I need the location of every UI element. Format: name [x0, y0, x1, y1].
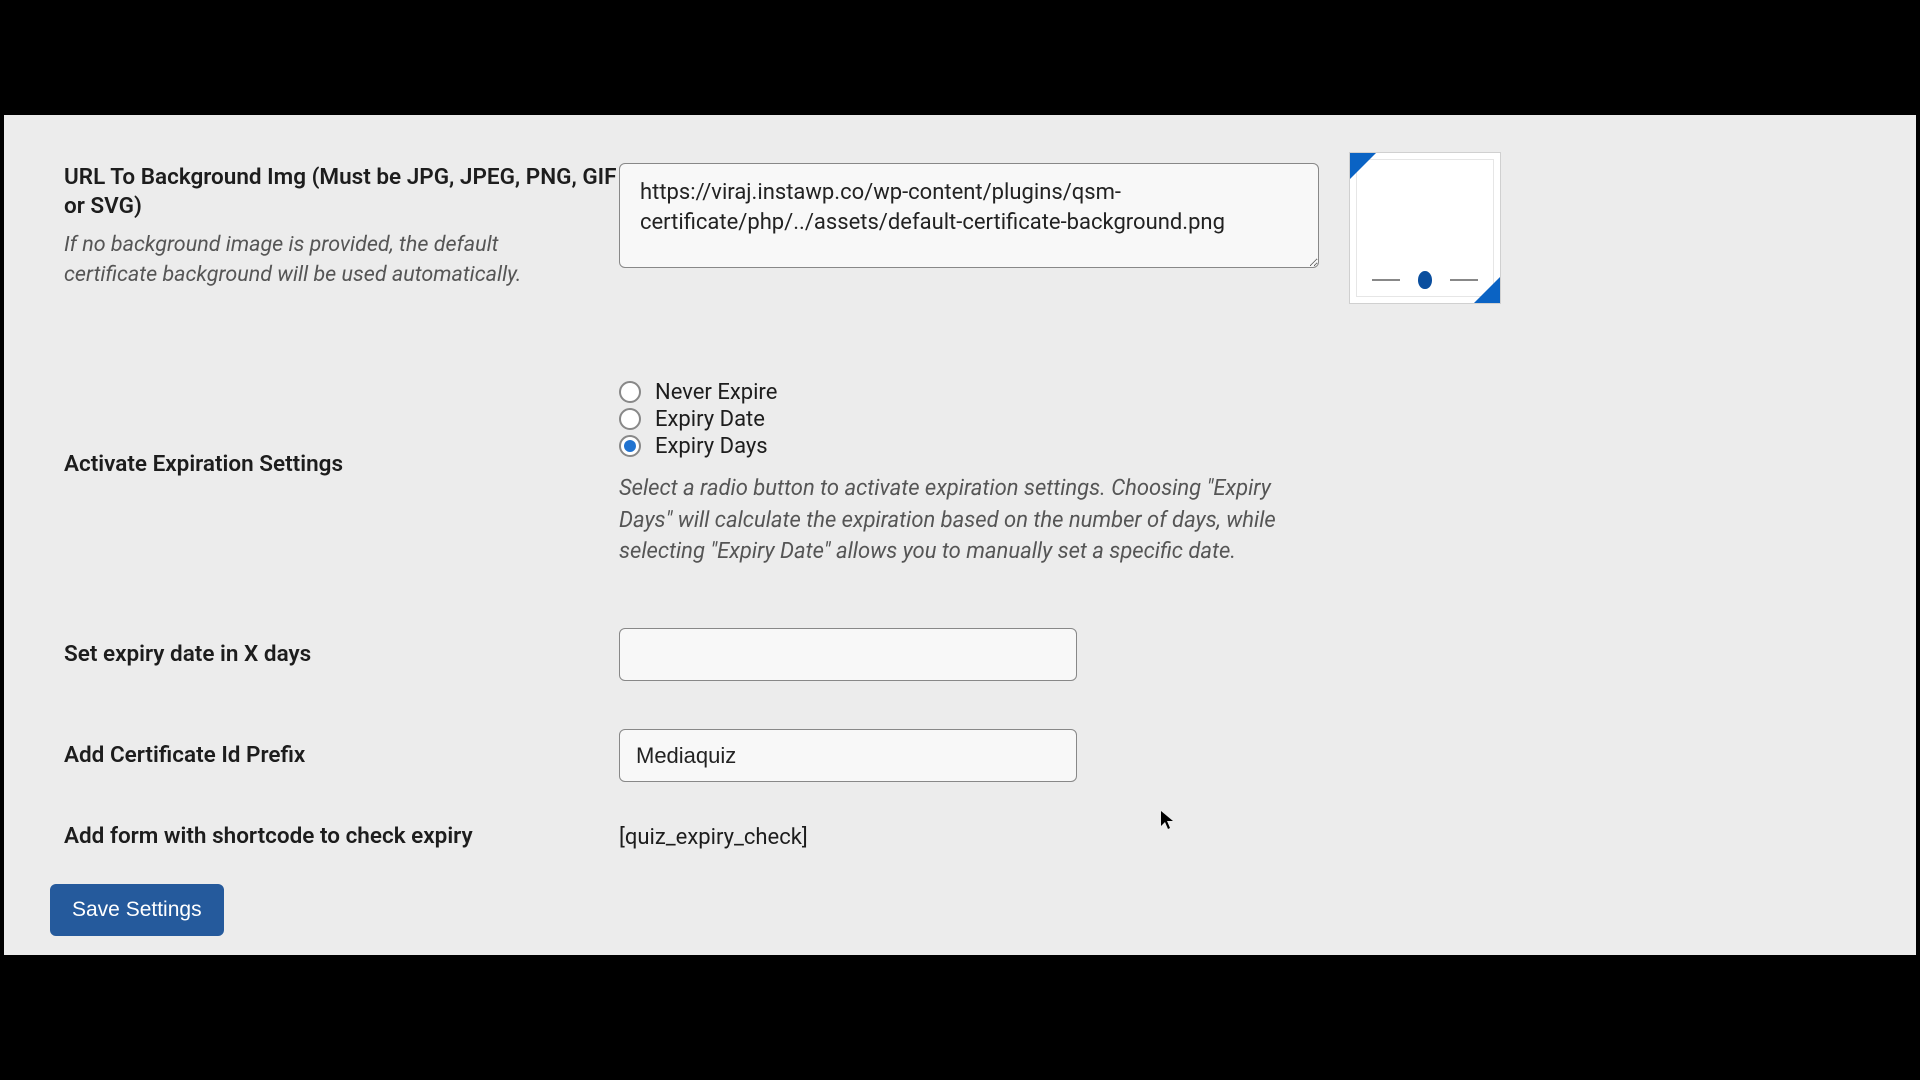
label-col: Add form with shortcode to check expiry	[64, 822, 619, 851]
row-save: Save Settings	[4, 884, 1916, 936]
control-col	[619, 628, 1379, 681]
radio-expiry-date[interactable]	[619, 408, 641, 430]
label-col: Set expiry date in X days	[64, 640, 619, 669]
label-col: Activate Expiration Settings	[64, 380, 619, 479]
bgimg-desc: If no background image is provided, the …	[64, 230, 554, 290]
control-col	[619, 163, 1379, 272]
row-shortcode: Add form with shortcode to check expiry …	[4, 822, 1916, 851]
label-col: Add Certificate Id Prefix	[64, 741, 619, 770]
shortcode-value: [quiz_expiry_check]	[619, 823, 1379, 850]
radio-row-expiry-days: Expiry Days	[619, 434, 1379, 459]
row-cert-prefix: Add Certificate Id Prefix	[4, 729, 1916, 782]
bgimg-url-input[interactable]	[619, 163, 1319, 268]
row-expiration-settings: Activate Expiration Settings Never Expir…	[4, 380, 1916, 569]
settings-panel: URL To Background Img (Must be JPG, JPEG…	[4, 115, 1916, 955]
expiry-days-input[interactable]	[619, 628, 1077, 681]
radio-label-expiry-days[interactable]: Expiry Days	[655, 434, 768, 459]
row-background-img: URL To Background Img (Must be JPG, JPEG…	[4, 163, 1916, 290]
control-col: [quiz_expiry_check]	[619, 823, 1379, 850]
save-settings-button[interactable]: Save Settings	[50, 884, 224, 936]
bgimg-label: URL To Background Img (Must be JPG, JPEG…	[64, 163, 619, 222]
control-col	[619, 729, 1379, 782]
certificate-preview-thumbnail	[1349, 152, 1501, 304]
radio-never-expire[interactable]	[619, 381, 641, 403]
expiration-label: Activate Expiration Settings	[64, 450, 619, 479]
radio-label-never-expire[interactable]: Never Expire	[655, 380, 777, 405]
expiration-help-text: Select a radio button to activate expira…	[619, 473, 1309, 569]
radio-label-expiry-date[interactable]: Expiry Date	[655, 407, 765, 432]
radio-row-expiry-date: Expiry Date	[619, 407, 1379, 432]
cert-prefix-label: Add Certificate Id Prefix	[64, 741, 619, 770]
radio-row-never-expire: Never Expire	[619, 380, 1379, 405]
cert-prefix-input[interactable]	[619, 729, 1077, 782]
radio-expiry-days[interactable]	[619, 435, 641, 457]
shortcode-label: Add form with shortcode to check expiry	[64, 822, 619, 851]
label-col: URL To Background Img (Must be JPG, JPEG…	[64, 163, 619, 290]
expiry-days-label: Set expiry date in X days	[64, 640, 619, 669]
row-expiry-days: Set expiry date in X days	[4, 628, 1916, 681]
control-col: Never Expire Expiry Date Expiry Days Sel…	[619, 380, 1379, 569]
